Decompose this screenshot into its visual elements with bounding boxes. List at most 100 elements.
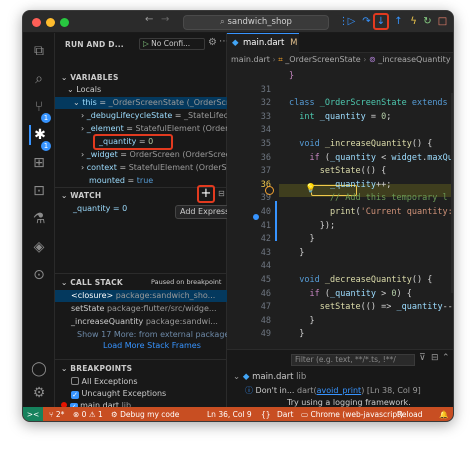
panel-close-icon[interactable]: ⌃	[442, 353, 450, 363]
start-debug-icon: ▷	[143, 39, 152, 48]
lightbulb-icon[interactable]: 💡	[305, 184, 316, 194]
breakpoints-section-header[interactable]: ⌄ BREAKPOINTS	[61, 364, 132, 373]
divider	[55, 273, 227, 274]
info-marker-icon	[253, 214, 259, 220]
breadcrumb-file[interactable]: main.dart	[231, 55, 270, 64]
status-bar: >< ⑂ 2* ⊗ 0 ⚠ 1 ⚙ Debug my code Ln 36, C…	[23, 407, 453, 421]
code-line[interactable]: if (_quantity > 0) {	[289, 289, 411, 299]
problems-filter-input[interactable]: Filter (e.g. text, **/*.ts, !**/	[291, 354, 415, 366]
hot-reload-icon[interactable]: ϟ	[407, 15, 420, 28]
stack-frame-row[interactable]: _increaseQuantity package:sandwi...	[55, 316, 227, 328]
reload-button[interactable]: Reload	[397, 407, 423, 421]
dart-file-icon: ◆	[232, 38, 239, 48]
source-control-badge: 1	[41, 113, 51, 123]
step-over-icon[interactable]: ↷	[360, 15, 373, 28]
watch-section-header[interactable]: ⌄ WATCH	[61, 191, 101, 200]
code-line[interactable]: }	[289, 329, 304, 339]
breakpoint-uncaught-exceptions[interactable]: ✓ Uncaught Exceptions	[55, 388, 227, 400]
code-line[interactable]: // Add this temporary l	[289, 193, 448, 203]
code-line[interactable]: setState(() {	[289, 166, 387, 176]
code-line[interactable]: if (_quantity < widget.maxQu	[289, 153, 452, 163]
settings-gear-icon[interactable]: ⚙	[29, 383, 49, 403]
variable-row[interactable]: › _widget = OrderScreen (OrderScreen)	[55, 149, 227, 161]
restart-icon[interactable]: ↻	[421, 15, 434, 28]
breadcrumb-method-icon: ⊚	[369, 55, 376, 64]
device-selector[interactable]: ▭ Chrome (web-javascript)	[301, 407, 403, 421]
line-number: 35	[260, 139, 271, 149]
variable-row[interactable]: › context = StatefulElement (OrderScr...	[55, 162, 227, 174]
collapse-all-icon[interactable]: ⊟	[218, 189, 225, 198]
code-line[interactable]: }	[289, 71, 294, 81]
call-stack-section-header[interactable]: ⌄ CALL STACK	[61, 278, 123, 287]
code-line[interactable]: void _decreaseQuantity() {	[289, 275, 432, 285]
line-number: 42	[260, 234, 271, 245]
divider	[55, 359, 227, 360]
zoom-window-button[interactable]	[60, 18, 69, 27]
remote-explorer-icon[interactable]: ⊡	[29, 181, 49, 201]
github-icon[interactable]: ⊙	[29, 265, 49, 285]
checkbox[interactable]	[71, 377, 79, 385]
braces-icon[interactable]: {}	[261, 407, 271, 421]
launch-config-select[interactable]: ▷ No Confi...	[139, 38, 205, 50]
cursor-position[interactable]: Ln 36, Col 9	[207, 407, 252, 421]
flutter-icon[interactable]: ◈	[29, 237, 49, 257]
notifications-bell-icon[interactable]: 🔔	[439, 407, 448, 421]
branch-indicator[interactable]: ⑂ 2*	[49, 407, 64, 421]
load-more-frames-link[interactable]: Load More Stack Frames	[55, 340, 227, 352]
add-expression-button[interactable]: +	[197, 185, 215, 203]
code-line[interactable]: }	[289, 248, 304, 258]
close-window-button[interactable]	[32, 18, 41, 27]
explorer-icon[interactable]: ⧉	[29, 41, 49, 61]
stop-icon[interactable]: □	[436, 15, 449, 28]
breadcrumb-class[interactable]: _OrderScreenState	[285, 55, 360, 64]
problem-file-row[interactable]: ⌄ ◆ main.dart lib	[233, 372, 306, 382]
code-line[interactable]: int _quantity = 0;	[289, 112, 391, 122]
debug-settings-gear-icon[interactable]: ⚙	[208, 37, 217, 48]
run-debug-sidebar: RUN AND D... ▷ No Confi... ⚙ ⋯ ⌄ VARIABL…	[55, 33, 247, 411]
search-icon[interactable]: ⌕	[29, 69, 49, 89]
line-number: 33	[260, 111, 271, 122]
locals-scope[interactable]: ⌄ Locals	[55, 84, 227, 96]
command-center-search[interactable]: ⌕ sandwich_shop	[183, 15, 329, 30]
code-line[interactable]: }	[289, 234, 314, 244]
nav-forward-button[interactable]: →	[161, 14, 169, 25]
checkbox-checked[interactable]: ✓	[71, 391, 79, 399]
breakpoint-all-exceptions[interactable]: All Exceptions	[55, 376, 227, 388]
code-line[interactable]: void _increaseQuantity() {	[289, 139, 432, 149]
code-line[interactable]: }	[289, 316, 314, 326]
editor-scrollbar[interactable]	[451, 93, 453, 293]
breadcrumb-method[interactable]: _increaseQuantity	[378, 55, 450, 64]
breakpoint-paused-icon[interactable]	[265, 186, 274, 195]
filter-icon[interactable]: ⊽	[419, 353, 426, 363]
problems-indicator[interactable]: ⊗ 0 ⚠ 1	[73, 407, 103, 421]
line-number: 40	[260, 207, 271, 217]
code-line[interactable]: print('Current quantity:	[289, 207, 453, 217]
search-icon: ⌕	[220, 17, 228, 27]
vscode-window: ← → ⌕ sandwich_shop ⋮ ▷ ↷ ↓ ↑ ϟ ↻ □ ⧉ ⌕ …	[22, 10, 454, 422]
collapse-icon[interactable]: ⊟	[431, 353, 439, 363]
stack-frame-row[interactable]: <closure> package:sandwich_sho...	[55, 290, 227, 302]
run-debug-header: RUN AND D... ▷ No Confi... ⚙ ⋯	[55, 33, 229, 55]
code-line[interactable]: setState(() => _quantity--	[289, 302, 453, 312]
code-line[interactable]: class _OrderScreenState extends	[289, 98, 448, 108]
nav-back-button[interactable]: ←	[145, 14, 153, 25]
problem-row[interactable]: ⓘ Don't in... dart(avoid_print) [Ln 38, …	[245, 385, 421, 396]
avoid-print-link[interactable]: avoid_print	[317, 386, 362, 395]
extensions-icon[interactable]: ⊞	[29, 153, 49, 173]
language-mode[interactable]: Dart	[277, 407, 293, 421]
minimize-window-button[interactable]	[46, 18, 55, 27]
variable-row[interactable]: ⌄ this = _OrderScreenState (_OrderScr...	[55, 97, 227, 109]
tab-main-dart[interactable]: ◆ main.dart M	[227, 33, 299, 53]
code-line[interactable]: });	[289, 221, 335, 231]
continue-icon[interactable]: ▷	[345, 15, 358, 28]
accounts-icon[interactable]: ◯	[29, 359, 49, 379]
debug-indicator[interactable]: ⚙ Debug my code	[111, 407, 179, 421]
line-number: 36	[260, 152, 271, 163]
step-into-icon[interactable]: ↓	[373, 13, 389, 30]
variables-section-header[interactable]: ⌄ VARIABLES	[61, 73, 119, 82]
stack-frame-row[interactable]: setState package:flutter/src/widge...	[55, 303, 227, 315]
variable-row[interactable]: › _debugLifecycleState = _StateLifec...	[55, 110, 227, 122]
testing-icon[interactable]: ⚗	[29, 209, 49, 229]
remote-indicator[interactable]: ><	[23, 407, 43, 421]
step-out-icon[interactable]: ↑	[392, 15, 405, 28]
